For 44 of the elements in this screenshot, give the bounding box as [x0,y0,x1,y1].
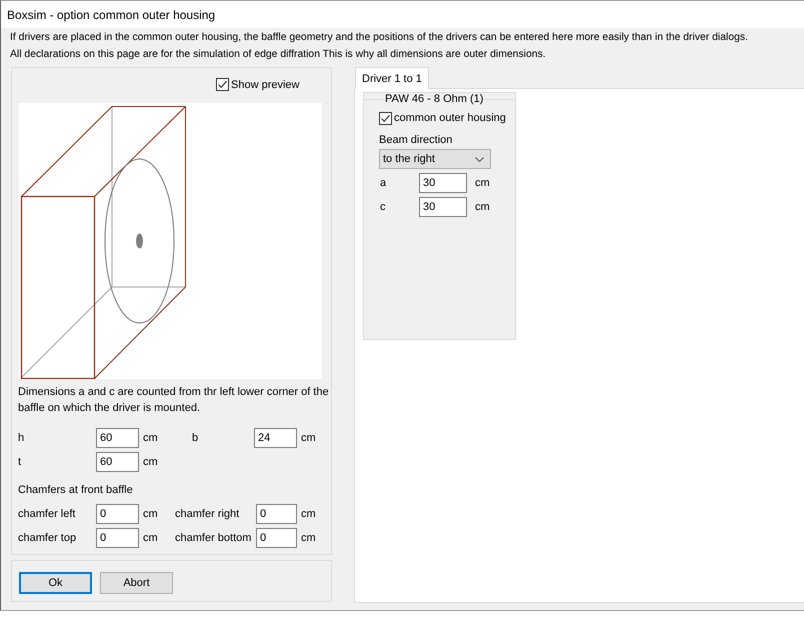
checkbox[interactable] [216,78,229,91]
checkbox-label[interactable]: common outer housing [394,111,506,125]
unit-label: cm [300,532,316,544]
dropdown[interactable]: to the right [379,149,491,169]
unit-label: cm [300,432,316,444]
text-field[interactable]: 30 [419,197,467,217]
unit-label: cm [142,508,158,520]
field-label: chamfer bottom [175,532,252,544]
text-field[interactable]: 24 [254,428,297,448]
ok-button[interactable]: Ok [19,572,92,594]
field-label: a [380,177,386,189]
chevron-down-icon [475,156,484,162]
unit-label: cm [142,432,158,444]
field-label: chamfer top [18,532,76,544]
description-text: All declarations on this page are for the simulation of edge diffration This is why all dimensions are outer dimensions. [10,48,546,62]
unit-label: cm [142,456,158,468]
note-text: Dimensions a and c are counted from thr left lower corner of the baffle on which the driver is mounted. [18,385,330,416]
window-title: Boxsim - option common outer housing [7,8,216,22]
group-title: PAW 46 - 8 Ohm (1) [384,93,484,106]
text-field[interactable]: 0 [256,504,297,524]
field-label: chamfer right [175,508,240,520]
text-field[interactable]: 0 [96,528,139,548]
text-field[interactable]: 0 [256,528,297,548]
text-field[interactable]: 60 [96,428,139,448]
text-field[interactable]: 0 [96,504,139,524]
text-field[interactable]: 30 [419,173,467,193]
unit-label: cm [474,201,490,213]
text-field[interactable]: 60 [96,452,139,472]
abort-button[interactable]: Abort [100,572,173,594]
unit-label: cm [142,532,158,544]
field-label: Beam direction [379,133,454,148]
unit-label: cm [300,508,316,520]
center-dot-icon [136,234,143,248]
field-label: h [18,432,24,444]
field-label: chamfer left [18,508,76,520]
tab[interactable]: Driver 1 to 1 [355,67,429,89]
checkbox[interactable] [379,112,392,124]
field-label: t [18,456,22,468]
description-text: If drivers are placed in the common outer housing, the baffle geometry and the positions of the drivers can be entered here more easily than in the driver dialogs. [10,31,748,45]
checkbox-label[interactable]: Show preview [231,78,300,92]
field-label: c [380,201,386,213]
section-heading: Chamfers at front baffle [18,483,133,498]
field-label: b [192,432,198,444]
unit-label: cm [474,177,490,189]
